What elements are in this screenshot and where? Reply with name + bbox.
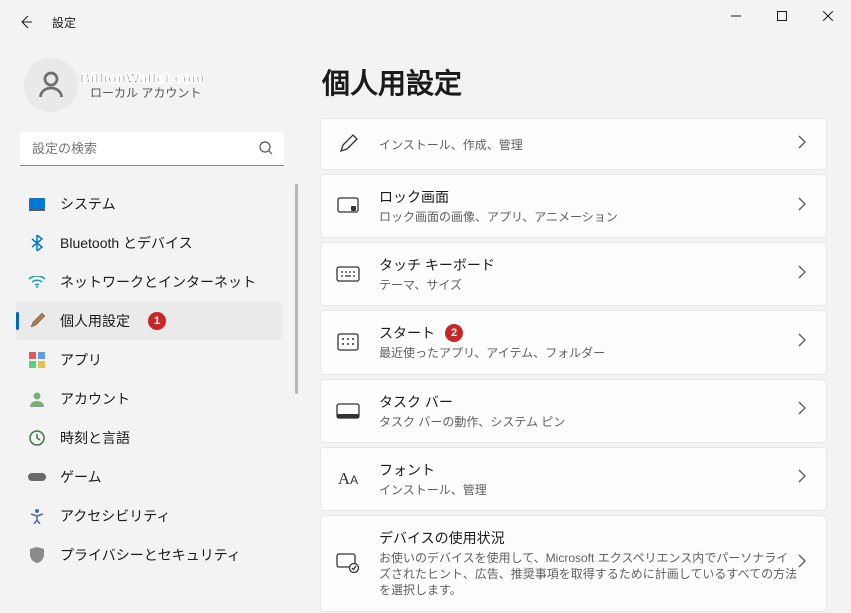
card-sub: インストール、管理: [379, 482, 798, 498]
person-icon: [28, 390, 46, 408]
card-title: タスク バー: [379, 392, 798, 412]
chevron-right-icon: [798, 401, 812, 420]
nav-list: システム Bluetooth とデバイス ネットワークとインターネット 個人用設…: [12, 184, 300, 613]
avatar: BillionWallet.com: [24, 58, 78, 112]
sidebar: BillionWallet.com Billion Wallet ローカル アカ…: [0, 44, 300, 613]
chevron-right-icon: [798, 197, 812, 216]
card-lockscreen[interactable]: ロック画面ロック画面の画像、アプリ、アニメーション: [320, 174, 827, 238]
card-deviceusage[interactable]: デバイスの使用状況お使いのデバイスを使用して、Microsoft エクスペリエン…: [320, 515, 827, 612]
card-sub: ロック画面の画像、アプリ、アニメーション: [379, 209, 798, 225]
lockscreen-icon: [335, 193, 361, 219]
card-start[interactable]: スタート 2 最近使ったアプリ、アイテム、フォルダー: [320, 310, 827, 374]
arrow-left-icon: [18, 14, 34, 30]
card-taskbar[interactable]: タスク バータスク バーの動作、システム ピン: [320, 379, 827, 443]
sidebar-item-label: システム: [60, 194, 116, 214]
app-title: 設定: [52, 14, 76, 31]
keyboard-icon: [335, 261, 361, 287]
page-title: 個人用設定: [322, 62, 827, 102]
shield-icon: [28, 546, 46, 564]
sidebar-item-label: プライバシーとセキュリティ: [60, 545, 241, 565]
system-icon: [28, 195, 46, 213]
titlebar: 設定: [0, 0, 851, 44]
sidebar-item-label: 個人用設定: [60, 311, 130, 331]
card-title: ロック画面: [379, 187, 798, 207]
annotation-badge-2: 2: [445, 324, 463, 342]
bluetooth-icon: [28, 234, 46, 252]
card-touchkeyboard[interactable]: タッチ キーボードテーマ、サイズ: [320, 242, 827, 306]
sidebar-item-label: アクセシビリティ: [60, 506, 170, 526]
pen-icon: [335, 131, 361, 157]
account-type: ローカル アカウント: [90, 84, 201, 101]
sidebar-item-personalization[interactable]: 個人用設定 1: [16, 302, 282, 340]
card-sub: 最近使ったアプリ、アイテム、フォルダー: [379, 345, 798, 361]
sidebar-item-gaming[interactable]: ゲーム: [16, 458, 282, 496]
scrollbar[interactable]: [295, 184, 298, 394]
main-panel: 個人用設定 インストール、作成、管理 ロック画面ロック画面の画像、アプリ、アニメ…: [300, 44, 851, 613]
sidebar-item-network[interactable]: ネットワークとインターネット: [16, 263, 282, 301]
card-pen[interactable]: インストール、作成、管理: [320, 118, 827, 170]
fonts-icon: AA: [335, 466, 361, 492]
card-sub: インストール、作成、管理: [379, 137, 798, 153]
taskbar-icon: [335, 398, 361, 424]
back-button[interactable]: [8, 4, 44, 40]
brush-icon: [28, 312, 46, 330]
sidebar-item-label: Bluetooth とデバイス: [60, 233, 193, 253]
sidebar-item-label: ゲーム: [60, 467, 102, 487]
search-icon: [258, 140, 274, 161]
minimize-button[interactable]: [713, 0, 759, 32]
search-input[interactable]: [20, 132, 284, 166]
card-sub: タスク バーの動作、システム ピン: [379, 414, 798, 430]
maximize-button[interactable]: [759, 0, 805, 32]
close-button[interactable]: [805, 0, 851, 32]
chevron-right-icon: [798, 135, 812, 154]
sidebar-item-label: アプリ: [60, 350, 102, 370]
chevron-right-icon: [798, 554, 812, 573]
wifi-icon: [28, 273, 46, 291]
search-box[interactable]: [20, 132, 284, 166]
sidebar-item-privacy[interactable]: プライバシーとセキュリティ: [16, 536, 282, 574]
clock-icon: [28, 429, 46, 447]
sidebar-item-system[interactable]: システム: [16, 185, 282, 223]
accessibility-icon: [28, 507, 46, 525]
account-block[interactable]: BillionWallet.com Billion Wallet ローカル アカ…: [12, 44, 300, 132]
card-title: デバイスの使用状況: [379, 528, 798, 548]
sidebar-item-bluetooth[interactable]: Bluetooth とデバイス: [16, 224, 282, 262]
card-title: タッチ キーボード: [379, 255, 798, 275]
sidebar-item-label: アカウント: [60, 389, 130, 409]
card-sub: テーマ、サイズ: [379, 277, 798, 293]
deviceusage-icon: [335, 550, 361, 576]
card-title: スタート: [379, 323, 435, 343]
sidebar-item-time[interactable]: 時刻と言語: [16, 419, 282, 457]
chevron-right-icon: [798, 265, 812, 284]
sidebar-item-accounts[interactable]: アカウント: [16, 380, 282, 418]
start-icon: [335, 329, 361, 355]
gaming-icon: [28, 468, 46, 486]
sidebar-item-label: ネットワークとインターネット: [60, 272, 256, 292]
chevron-right-icon: [798, 469, 812, 488]
annotation-badge-1: 1: [148, 312, 166, 330]
sidebar-item-accessibility[interactable]: アクセシビリティ: [16, 497, 282, 535]
sidebar-item-apps[interactable]: アプリ: [16, 341, 282, 379]
sidebar-item-label: 時刻と言語: [60, 428, 130, 448]
card-title: フォント: [379, 460, 798, 480]
card-fonts[interactable]: AA フォントインストール、管理: [320, 447, 827, 511]
apps-icon: [28, 351, 46, 369]
chevron-right-icon: [798, 333, 812, 352]
window-controls: [713, 0, 851, 32]
card-sub: お使いのデバイスを使用して、Microsoft エクスペリエンス内でパーソナライ…: [379, 550, 798, 599]
